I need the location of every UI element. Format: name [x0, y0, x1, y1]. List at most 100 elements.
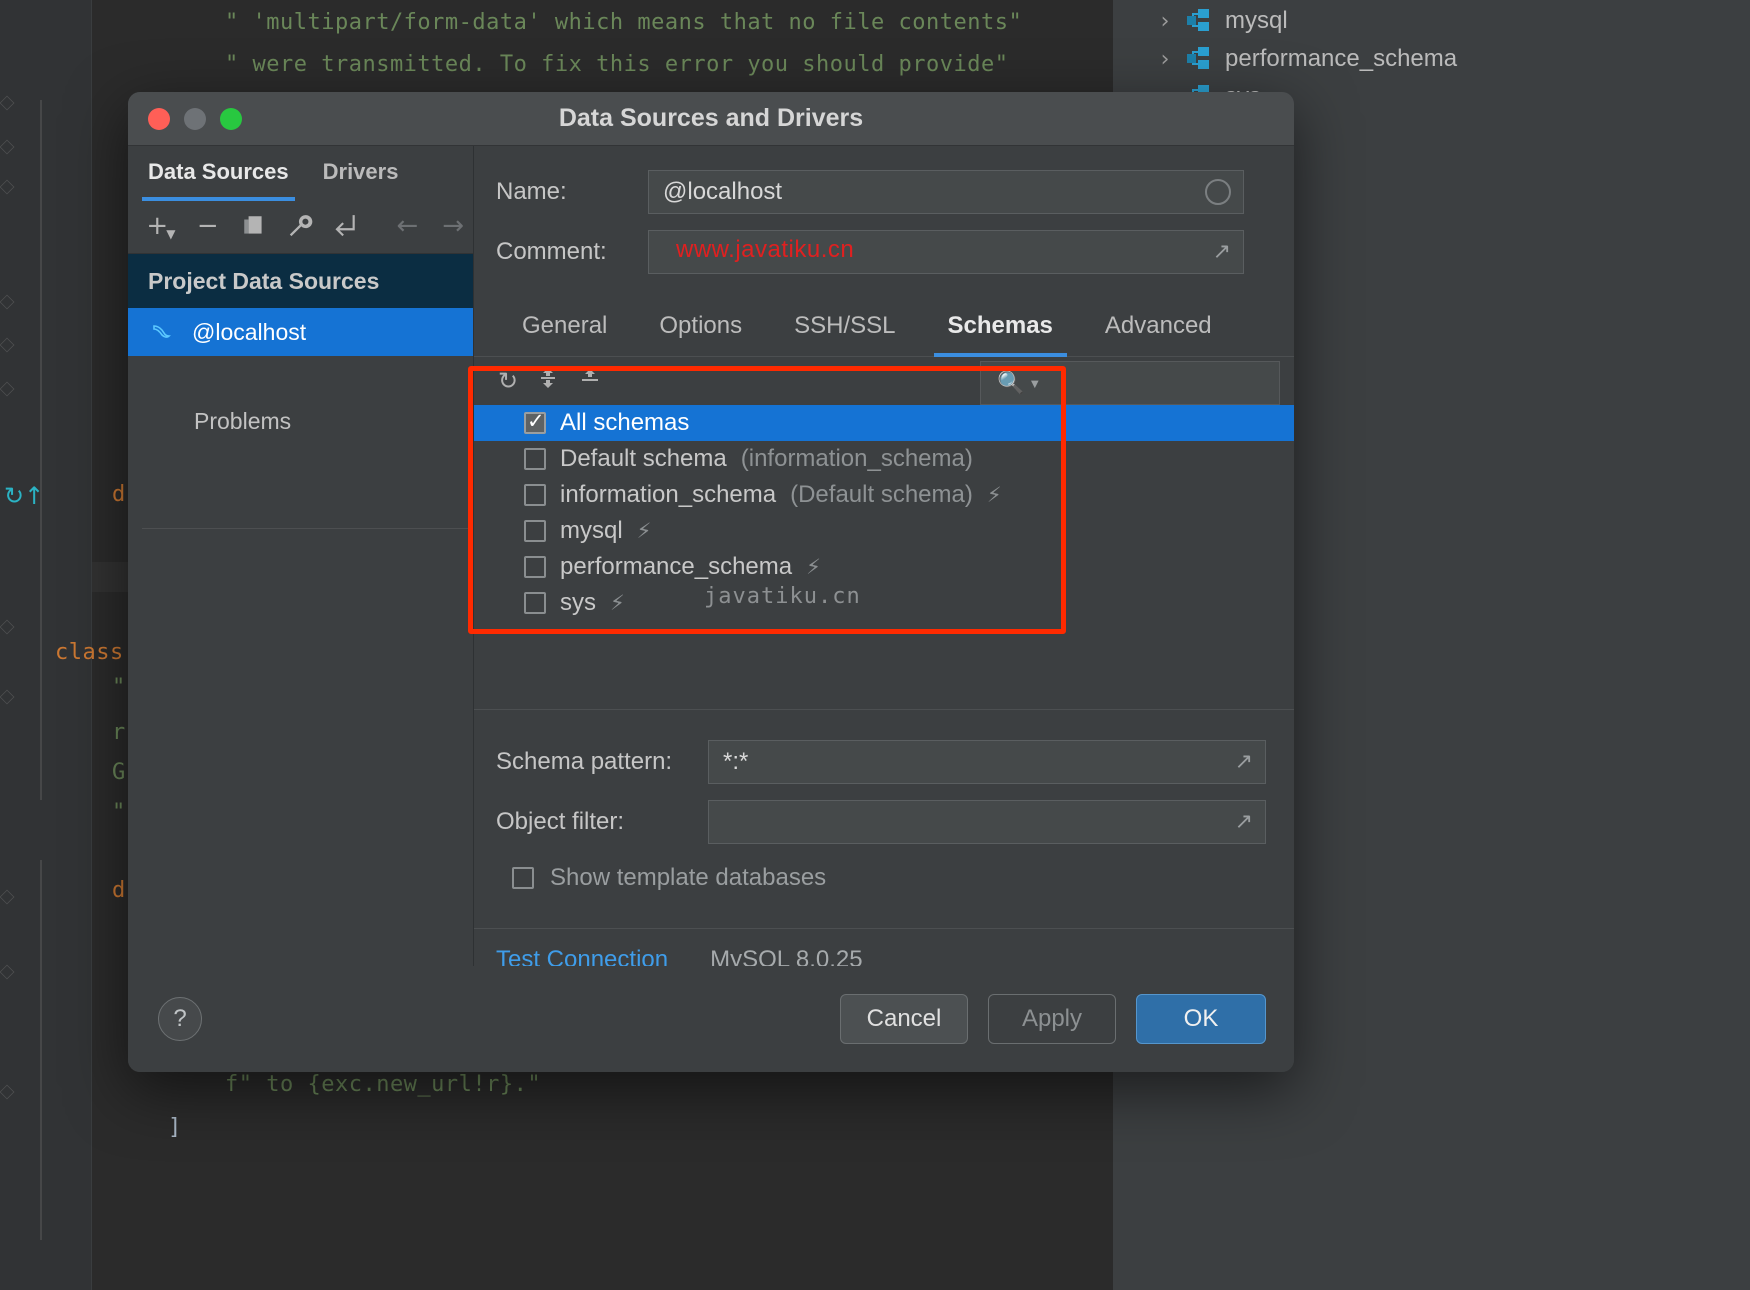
name-field-row: Name: @localhost [496, 168, 1294, 216]
tab-drivers[interactable]: Drivers [323, 146, 399, 198]
back-navigation-icon[interactable]: ↻↑ [4, 482, 44, 510]
object-filter-input[interactable]: ↗ [708, 800, 1266, 844]
back-arrow-icon[interactable]: ← [387, 206, 427, 246]
schema-label: performance_schema [560, 553, 792, 581]
chevron-down-icon[interactable]: ▼ [1028, 376, 1041, 391]
schema-label: sys [560, 589, 596, 617]
data-source-settings-panel: Name: @localhost Comment: ↗ General Op [474, 146, 1294, 966]
schema-checkbox[interactable] [524, 592, 546, 614]
code-line: d [112, 482, 126, 507]
show-template-databases-label: Show template databases [550, 864, 826, 892]
schema-icon [1187, 47, 1213, 71]
dialog-footer: ? Cancel Apply OK [128, 966, 1294, 1072]
schema-search-input[interactable]: 🔍 ▼ [980, 361, 1280, 405]
db-tree-row[interactable]: › mysql [1155, 2, 1288, 40]
code-line: " [112, 800, 126, 825]
name-label: Name: [496, 178, 648, 206]
schemas-divider [474, 709, 1294, 710]
expand-all-icon[interactable] [536, 366, 560, 396]
collapse-all-glyph [578, 366, 602, 390]
sidebar-item-localhost-label: @localhost [192, 319, 306, 346]
code-line: r [112, 720, 126, 745]
expand-editor-icon[interactable]: ↗ [1213, 240, 1231, 265]
tab-drivers-label: Drivers [323, 159, 399, 185]
introspected-bolt-icon: ⚡ [806, 555, 821, 579]
schema-pattern-label: Schema pattern: [496, 748, 708, 776]
expand-editor-icon[interactable]: ↗ [1235, 810, 1253, 835]
db-tree-label: performance_schema [1225, 45, 1457, 73]
remove-icon[interactable]: − [188, 206, 228, 246]
tab-schemas-label: Schemas [948, 312, 1053, 339]
sidebar-divider [142, 528, 473, 529]
tab-ssh-ssl[interactable]: SSH/SSL [768, 302, 921, 356]
schema-checkbox[interactable] [524, 412, 546, 434]
ok-button[interactable]: OK [1136, 994, 1266, 1044]
sidebar-item-problems[interactable]: Problems [128, 408, 473, 435]
dialog-title: Data Sources and Drivers [128, 104, 1294, 133]
tab-schemas[interactable]: Schemas [922, 302, 1079, 356]
tab-data-sources[interactable]: Data Sources [148, 146, 289, 198]
schema-row-all-schemas[interactable]: All schemas [474, 405, 1294, 441]
tab-options[interactable]: Options [633, 302, 768, 356]
sidebar-item-localhost[interactable]: @localhost [128, 308, 473, 356]
introspected-bolt-icon: ⚡ [987, 483, 1002, 507]
schema-row-mysql[interactable]: mysql ⚡ [474, 513, 1294, 549]
expand-editor-icon[interactable]: ↗ [1235, 750, 1253, 775]
schema-row-information-schema[interactable]: information_schema (Default schema) ⚡ [474, 477, 1294, 513]
dialog-titlebar: Data Sources and Drivers [128, 92, 1294, 146]
apply-button[interactable]: Apply [988, 994, 1116, 1044]
schema-suffix: (Default schema) [790, 481, 973, 509]
tab-general[interactable]: General [496, 302, 633, 356]
schemas-list: All schemas Default schema (information_… [474, 405, 1294, 621]
cancel-button[interactable]: Cancel [840, 994, 968, 1044]
screen: ↻↑ " 'multipart/form-data' which means t… [0, 0, 1750, 1290]
refresh-icon[interactable]: ↻ [498, 367, 518, 395]
chevron-right-icon[interactable]: › [1155, 47, 1175, 72]
tab-advanced-label: Advanced [1105, 312, 1212, 339]
code-line: " 'multipart/form-data' which means that… [225, 10, 1022, 35]
code-line: ] [168, 1115, 182, 1140]
wrench-icon[interactable] [280, 206, 320, 246]
schema-checkbox[interactable] [524, 520, 546, 542]
group-header-project-data-sources: Project Data Sources [128, 254, 473, 308]
show-template-databases-row[interactable]: Show template databases [512, 864, 1294, 892]
object-filter-row: Object filter: ↗ [496, 798, 1294, 846]
show-template-databases-checkbox[interactable] [512, 867, 534, 889]
name-input-value: @localhost [663, 178, 782, 206]
collapse-all-icon[interactable] [578, 366, 602, 396]
data-sources-sidebar: Data Sources Drivers +▼ − [128, 146, 474, 966]
forward-arrow-icon[interactable]: → [433, 206, 473, 246]
color-swatch-icon[interactable] [1205, 179, 1231, 205]
schemas-toolbar: ↻ 🔍 [474, 357, 1294, 405]
code-line: " were transmitted. To fix this error yo… [225, 52, 1008, 77]
tab-ssh-ssl-label: SSH/SSL [794, 312, 895, 339]
schema-checkbox[interactable] [524, 484, 546, 506]
tab-options-label: Options [659, 312, 742, 339]
data-sources-dialog: Data Sources and Drivers Data Sources Dr… [128, 92, 1294, 1072]
db-tree-row[interactable]: › performance_schema [1155, 40, 1457, 78]
add-icon[interactable]: +▼ [142, 206, 182, 246]
schema-row-performance-schema[interactable]: performance_schema ⚡ [474, 549, 1294, 585]
schema-pattern-input[interactable]: *:* ↗ [708, 740, 1266, 784]
schema-pattern-value: *:* [723, 748, 748, 776]
duplicate-glyph [241, 213, 267, 239]
duplicate-icon[interactable] [234, 206, 274, 246]
schema-checkbox[interactable] [524, 556, 546, 578]
comment-label: Comment: [496, 238, 648, 266]
settings-tabs: General Options SSH/SSL Schemas Advanced [474, 302, 1294, 357]
wrench-glyph [287, 213, 313, 239]
chevron-right-icon[interactable]: › [1155, 9, 1175, 34]
name-input[interactable]: @localhost [648, 170, 1244, 214]
schema-row-sys[interactable]: sys ⚡ [474, 585, 1294, 621]
sidebar-item-problems-label: Problems [194, 408, 291, 434]
code-line: d [112, 878, 126, 903]
fold-guide [40, 100, 42, 800]
tab-advanced[interactable]: Advanced [1079, 302, 1238, 356]
schema-row-default-schema[interactable]: Default schema (information_schema) [474, 441, 1294, 477]
comment-field-row: Comment: ↗ [496, 228, 1294, 276]
import-icon[interactable] [325, 206, 365, 246]
help-button[interactable]: ? [158, 997, 202, 1041]
code-line: class [55, 640, 124, 665]
object-filter-label: Object filter: [496, 808, 708, 836]
schema-checkbox[interactable] [524, 448, 546, 470]
